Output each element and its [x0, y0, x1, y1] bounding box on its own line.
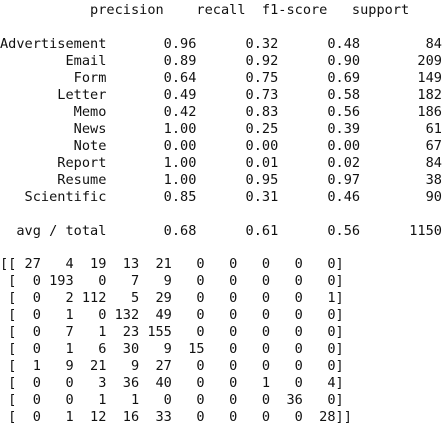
- report-row: Memo 0.42 0.83 0.56 186: [0, 104, 442, 120]
- matrix-row: [[ 27 4 19 13 21 0 0 0 0 0]: [0, 256, 344, 272]
- matrix-row: [ 0 1 0 132 49 0 0 0 0 0]: [0, 307, 344, 323]
- matrix-row: [ 1 9 21 9 27 0 0 0 0 0]: [0, 358, 344, 374]
- matrix-row: [ 0 0 3 36 40 0 0 1 0 4]: [0, 375, 344, 391]
- matrix-row: [ 0 1 6 30 9 15 0 0 0 0]: [0, 341, 344, 357]
- report-row: Report 1.00 0.01 0.02 84: [0, 155, 442, 171]
- matrix-row: [ 0 1 12 16 33 0 0 0 0 28]]: [0, 409, 352, 425]
- report-row: News 1.00 0.25 0.39 61: [0, 121, 442, 137]
- report-row: Form 0.64 0.75 0.69 149: [0, 70, 442, 86]
- report-row: Scientific 0.85 0.31 0.46 90: [0, 189, 442, 205]
- matrix-row: [ 0 2 112 5 29 0 0 0 0 1]: [0, 290, 344, 306]
- avg-total-row: avg / total 0.68 0.61 0.56 1150: [0, 223, 442, 239]
- matrix-row: [ 0 0 1 1 0 0 0 0 36 0]: [0, 392, 344, 408]
- report-row: Resume 1.00 0.95 0.97 38: [0, 172, 442, 188]
- report-row: Advertisement 0.96 0.32 0.48 84: [0, 36, 442, 52]
- report-row: Note 0.00 0.00 0.00 67: [0, 138, 442, 154]
- report-row: Letter 0.49 0.73 0.58 182: [0, 87, 442, 103]
- report-header: precision recall f1-score support: [0, 2, 410, 18]
- matrix-row: [ 0 193 0 7 9 0 0 0 0 0]: [0, 273, 344, 289]
- matrix-row: [ 0 7 1 23 155 0 0 0 0 0]: [0, 324, 344, 340]
- report-row: Email 0.89 0.92 0.90 209: [0, 53, 442, 69]
- terminal-output: precision recall f1-score support Advert…: [0, 0, 445, 429]
